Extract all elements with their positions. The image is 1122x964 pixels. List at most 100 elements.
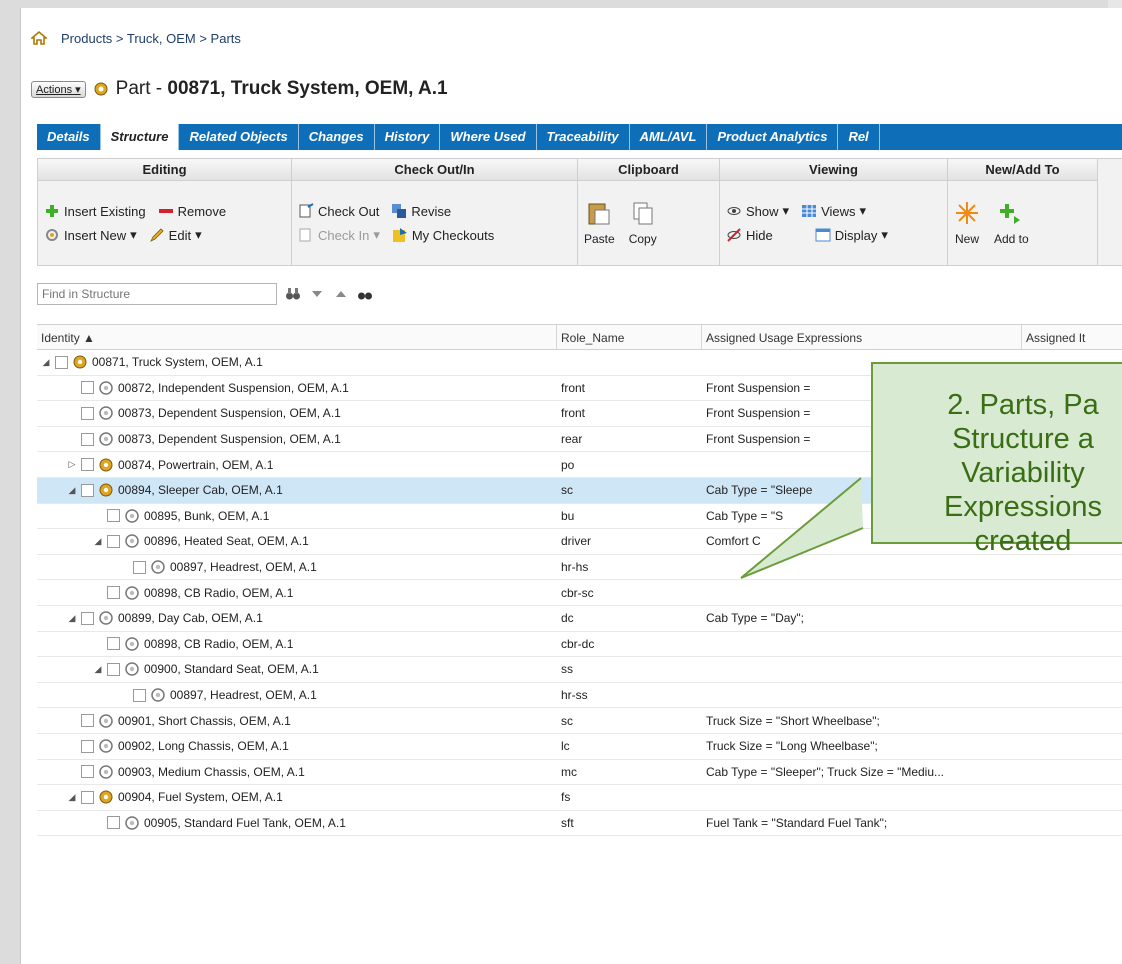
expand-toggle-icon[interactable]: ◢	[67, 485, 77, 496]
row-checkbox[interactable]	[107, 509, 120, 523]
insert-new-button[interactable]: Insert New ▾	[44, 227, 137, 243]
identity-text[interactable]: 00873, Dependent Suspension, OEM, A.1	[118, 432, 341, 446]
row-checkbox[interactable]	[81, 714, 94, 728]
identity-text[interactable]: 00872, Independent Suspension, OEM, A.1	[118, 381, 349, 395]
expand-toggle-icon[interactable]: ◢	[93, 664, 103, 675]
check-out-button[interactable]: Check Out	[298, 203, 379, 219]
identity-text[interactable]: 00894, Sleeper Cab, OEM, A.1	[118, 483, 283, 497]
tab-related-objects[interactable]: Related Objects	[179, 124, 299, 150]
table-row[interactable]: 00902, Long Chassis, OEM, A.1 lc Truck Siz…	[37, 734, 1122, 760]
table-row[interactable]: ◢ 00900, Standard Seat, OEM, A.1 ss	[37, 657, 1122, 683]
table-row[interactable]: 00897, Headrest, OEM, A.1 hr-hs	[37, 555, 1122, 581]
row-checkbox[interactable]	[81, 406, 94, 420]
display-button[interactable]: Display ▾	[815, 227, 888, 243]
column-identity[interactable]: Identity ▲	[37, 325, 557, 349]
clipboard-group-title: Clipboard	[578, 159, 719, 181]
row-checkbox[interactable]	[81, 458, 94, 472]
filter-previous-icon[interactable]	[333, 286, 349, 302]
identity-text[interactable]: 00899, Day Cab, OEM, A.1	[118, 611, 263, 625]
new-button[interactable]: New	[954, 200, 980, 246]
find-all-icon[interactable]	[357, 286, 373, 302]
row-checkbox[interactable]	[107, 662, 120, 676]
column-assigned-items[interactable]: Assigned It	[1022, 325, 1122, 349]
table-row[interactable]: 00897, Headrest, OEM, A.1 hr-ss	[37, 683, 1122, 709]
home-icon[interactable]	[29, 30, 49, 46]
revise-button[interactable]: Revise	[391, 203, 451, 219]
identity-text[interactable]: 00898, CB Radio, OEM, A.1	[144, 586, 293, 600]
identity-text[interactable]: 00895, Bunk, OEM, A.1	[144, 509, 269, 523]
identity-text[interactable]: 00871, Truck System, OEM, A.1	[92, 355, 263, 369]
identity-text[interactable]: 00900, Standard Seat, OEM, A.1	[144, 662, 319, 676]
row-checkbox[interactable]	[133, 560, 146, 574]
table-row[interactable]: 00898, CB Radio, OEM, A.1 cbr-sc	[37, 580, 1122, 606]
expand-toggle-icon[interactable]: ◢	[67, 613, 77, 624]
show-button[interactable]: Show ▾	[726, 203, 789, 219]
breadcrumb-path[interactable]: Products > Truck, OEM > Parts	[61, 31, 241, 46]
row-checkbox[interactable]	[81, 790, 94, 804]
copy-button[interactable]: Copy	[629, 200, 657, 246]
hide-button[interactable]: Hide	[726, 227, 773, 243]
minus-icon	[158, 203, 174, 219]
actions-button[interactable]: Actions ▾	[31, 80, 86, 98]
tab-details[interactable]: Details	[37, 124, 101, 150]
identity-text[interactable]: 00896, Heated Seat, OEM, A.1	[144, 534, 309, 548]
identity-text[interactable]: 00874, Powertrain, OEM, A.1	[118, 458, 273, 472]
table-row[interactable]: 00898, CB Radio, OEM, A.1 cbr-dc	[37, 632, 1122, 658]
insert-existing-button[interactable]: Insert Existing	[44, 203, 146, 219]
row-checkbox[interactable]	[107, 816, 120, 830]
table-row[interactable]: 00901, Short Chassis, OEM, A.1 sc Truck Si…	[37, 708, 1122, 734]
expand-toggle-icon[interactable]: ◢	[93, 536, 103, 547]
row-checkbox[interactable]	[107, 586, 120, 600]
tab-changes[interactable]: Changes	[299, 124, 375, 150]
identity-text[interactable]: 00898, CB Radio, OEM, A.1	[144, 637, 293, 651]
tab-history[interactable]: History	[375, 124, 441, 150]
views-button[interactable]: Views ▾	[801, 203, 866, 219]
expand-toggle-icon[interactable]: ◢	[41, 357, 51, 368]
identity-text[interactable]: 00897, Headrest, OEM, A.1	[170, 688, 317, 702]
column-assigned-usage-expressions[interactable]: Assigned Usage Expressions	[702, 325, 1022, 349]
part-icon	[150, 559, 166, 575]
row-checkbox[interactable]	[107, 637, 120, 651]
tab-traceability[interactable]: Traceability	[537, 124, 630, 150]
part-icon	[124, 508, 140, 524]
identity-text[interactable]: 00873, Dependent Suspension, OEM, A.1	[118, 406, 341, 420]
identity-text[interactable]: 00897, Headrest, OEM, A.1	[170, 560, 317, 574]
tab-structure[interactable]: Structure	[100, 124, 180, 150]
row-checkbox[interactable]	[55, 355, 68, 369]
row-checkbox[interactable]	[133, 688, 146, 702]
row-checkbox[interactable]	[81, 739, 94, 753]
page-header: Actions ▾ Part - 00871, Truck System, OE…	[31, 78, 448, 100]
tab-aml-avl[interactable]: AML/AVL	[630, 124, 708, 150]
identity-text[interactable]: 00903, Medium Chassis, OEM, A.1	[118, 765, 305, 779]
table-row[interactable]: ◢ 00899, Day Cab, OEM, A.1 dc Cab Type = "D…	[37, 606, 1122, 632]
check-in-button[interactable]: Check In ▾	[298, 227, 380, 243]
identity-text[interactable]: 00901, Short Chassis, OEM, A.1	[118, 714, 291, 728]
remove-button[interactable]: Remove	[158, 203, 226, 219]
table-row[interactable]: 00903, Medium Chassis, OEM, A.1 mc Cab Typ…	[37, 760, 1122, 786]
row-checkbox[interactable]	[81, 432, 94, 446]
expand-toggle-icon[interactable]: ◢	[67, 792, 77, 803]
row-checkbox[interactable]	[81, 381, 94, 395]
tab-where-used[interactable]: Where Used	[440, 124, 537, 150]
identity-text[interactable]: 00905, Standard Fuel Tank, OEM, A.1	[144, 816, 346, 830]
row-checkbox[interactable]	[81, 611, 94, 625]
tab-product-analytics[interactable]: Product Analytics	[707, 124, 839, 150]
row-checkbox[interactable]	[81, 483, 94, 497]
filter-next-icon[interactable]	[309, 286, 325, 302]
edit-button[interactable]: Edit ▾	[149, 227, 202, 243]
expand-toggle-icon[interactable]: ▷	[67, 459, 77, 470]
binoculars-icon[interactable]	[285, 286, 301, 302]
column-role-name[interactable]: Role_Name	[557, 325, 702, 349]
add-to-button[interactable]: Add to	[994, 200, 1029, 246]
app-window: Products > Truck, OEM > Parts Actions ▾ …	[20, 8, 1122, 964]
table-row[interactable]: 00905, Standard Fuel Tank, OEM, A.1 sft Fu…	[37, 811, 1122, 837]
table-row[interactable]: ◢ 00904, Fuel System, OEM, A.1 fs	[37, 785, 1122, 811]
my-checkouts-button[interactable]: My Checkouts	[392, 227, 494, 243]
paste-button[interactable]: Paste	[584, 200, 615, 246]
row-checkbox[interactable]	[81, 765, 94, 779]
tab-rel[interactable]: Rel	[838, 124, 880, 150]
identity-text[interactable]: 00904, Fuel System, OEM, A.1	[118, 790, 283, 804]
row-checkbox[interactable]	[107, 534, 120, 548]
identity-text[interactable]: 00902, Long Chassis, OEM, A.1	[118, 739, 289, 753]
find-in-structure-input[interactable]	[37, 283, 277, 305]
